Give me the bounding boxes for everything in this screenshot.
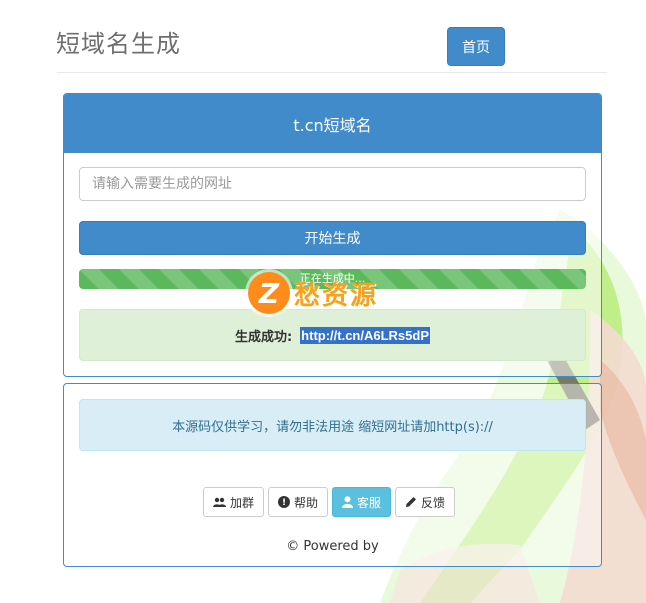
feedback-label: 反馈: [421, 495, 446, 510]
info-panel: 本源码仅供学习，请勿非法用途 缩短网址请加http(s):// 加群 ! 帮助 …: [63, 383, 602, 567]
shortener-panel: t.cn短域名 开始生成 正在生成中... 生成成功: http://t.cn/…: [63, 93, 602, 377]
customer-service-button[interactable]: 客服: [332, 487, 392, 517]
page-title: 短域名生成: [56, 30, 181, 58]
feedback-button[interactable]: 反馈: [395, 487, 456, 517]
url-input[interactable]: [79, 167, 586, 201]
user-icon: [342, 496, 354, 508]
progress-track: 正在生成中...: [79, 269, 586, 289]
home-button[interactable]: 首页: [447, 27, 505, 66]
progress-bar: 正在生成中...: [79, 269, 586, 289]
panel-title: t.cn短域名: [64, 94, 601, 153]
notice-alert: 本源码仅供学习，请勿非法用途 缩短网址请加http(s)://: [79, 399, 586, 451]
help-icon: !: [278, 496, 291, 508]
result-link[interactable]: http://t.cn/A6LRs5dP: [300, 326, 431, 344]
footer-button-group: 加群 ! 帮助 客服 反馈: [203, 487, 456, 517]
success-label: 生成成功:: [234, 329, 293, 345]
pencil-icon: [405, 496, 417, 508]
svg-text:!: !: [282, 498, 286, 508]
help-label: 帮助: [294, 495, 319, 510]
join-group-label: 加群: [230, 495, 255, 510]
customer-service-label: 客服: [357, 495, 382, 510]
powered-by-text: © Powered by: [286, 539, 379, 554]
group-icon: [213, 497, 226, 508]
help-button[interactable]: ! 帮助: [268, 487, 329, 517]
join-group-button[interactable]: 加群: [203, 487, 265, 517]
success-alert: 生成成功: http://t.cn/A6LRs5dP: [79, 309, 586, 361]
header-divider: [57, 72, 607, 73]
generate-button[interactable]: 开始生成: [79, 221, 586, 255]
